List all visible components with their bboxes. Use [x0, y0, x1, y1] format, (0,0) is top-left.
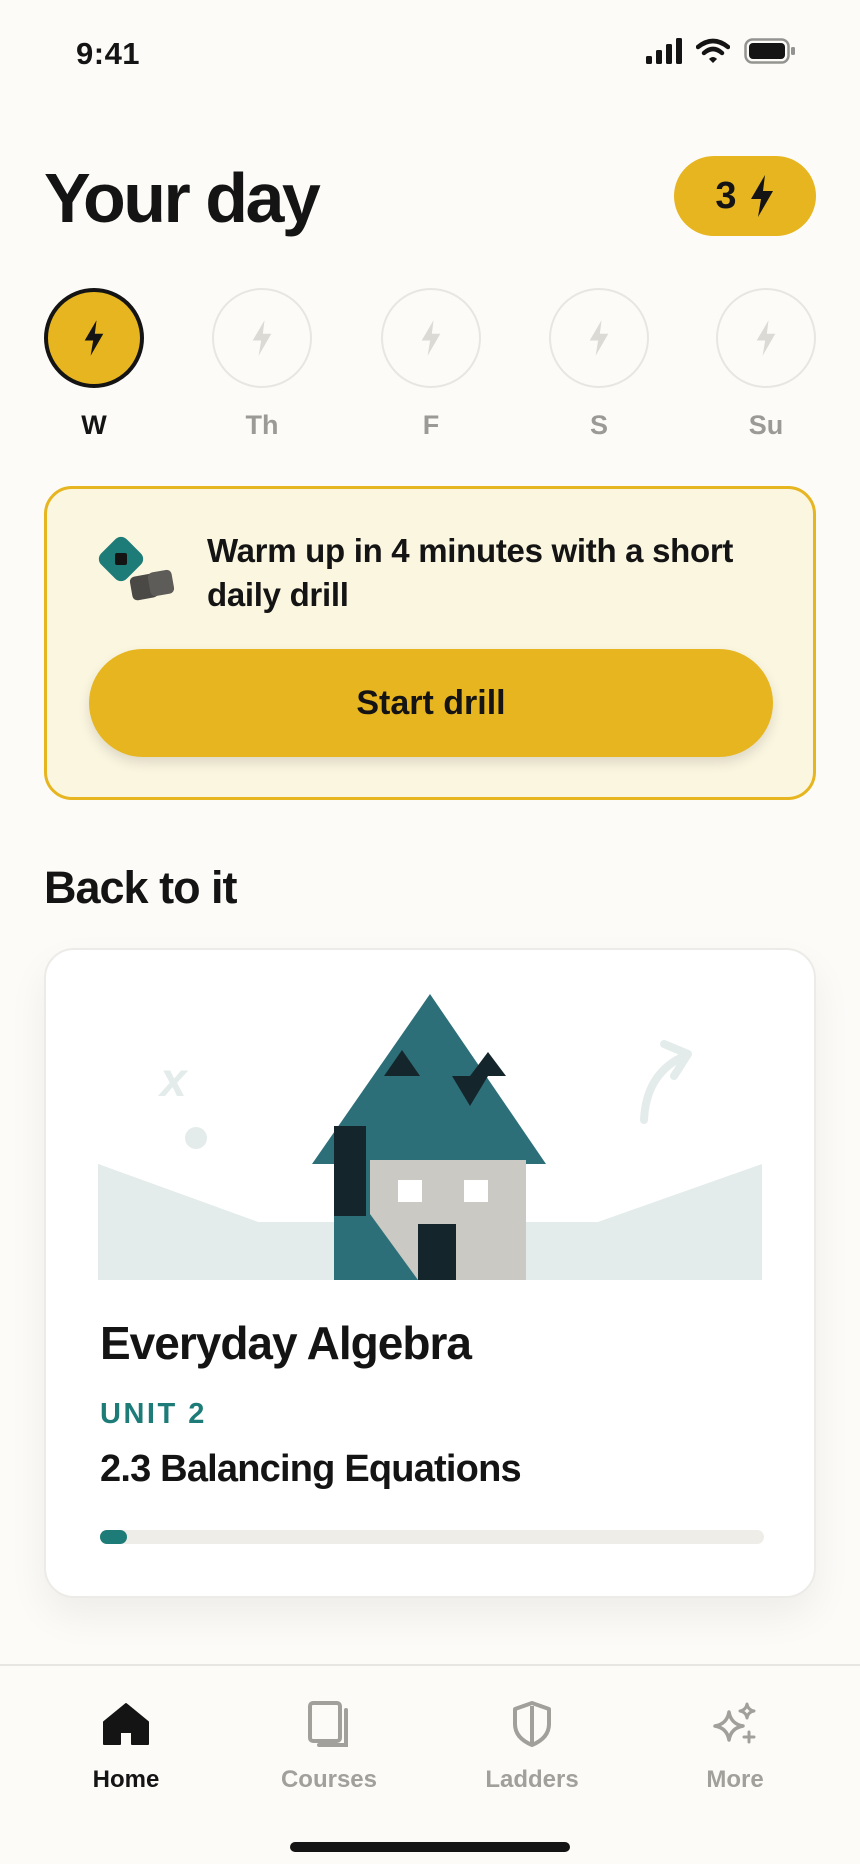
courses-icon [308, 1701, 348, 1747]
day-circle [44, 288, 144, 388]
day-saturday[interactable]: S [549, 288, 649, 441]
tab-courses[interactable]: Courses [249, 1696, 409, 1794]
lightning-bolt-icon [750, 175, 773, 217]
lesson-title: 2.3 Balancing Equations [100, 1448, 522, 1490]
tab-label: Ladders [485, 1766, 579, 1793]
tab-label: Home [92, 1766, 160, 1793]
tab-label: Courses [280, 1766, 378, 1793]
course-progress-fill [100, 1530, 127, 1544]
sparkles-icon [713, 1702, 756, 1744]
day-friday[interactable]: F [381, 288, 481, 441]
course-title: Everyday Algebra [100, 1317, 472, 1369]
streak-badge[interactable]: 3 [674, 156, 816, 236]
page-title: Your day [44, 159, 321, 237]
start-drill-button[interactable]: Start drill [89, 649, 773, 757]
week-streak-row: W Th F S Su [44, 288, 816, 441]
day-circle [381, 288, 481, 388]
course-card[interactable]: x Everyday Algebra UNIT 2 2.3 Balancing … [44, 948, 816, 1598]
drill-blocks-icon [98, 536, 175, 601]
day-circle [549, 288, 649, 388]
streak-count: 3 [715, 174, 737, 217]
day-sunday[interactable]: Su [716, 288, 816, 441]
day-label: W [81, 410, 107, 440]
lightning-bolt-icon [756, 320, 776, 356]
lightning-bolt-icon [589, 320, 609, 356]
drill-description: Warm up in 4 minutes with a short daily … [207, 532, 734, 613]
day-thursday[interactable]: Th [212, 288, 312, 441]
shield-icon [513, 1701, 551, 1747]
status-icons [646, 38, 796, 64]
unit-label: UNIT 2 [100, 1398, 207, 1430]
course-progress-bar [100, 1530, 764, 1544]
cellular-signal-icon [646, 38, 682, 64]
wifi-icon [696, 38, 730, 63]
home-icon [103, 1703, 149, 1745]
status-bar: 9:41 [0, 0, 860, 110]
lightning-bolt-icon [252, 320, 272, 356]
tab-home[interactable]: Home [46, 1696, 206, 1794]
day-label: S [589, 410, 608, 440]
art-letter-x: x [157, 1054, 189, 1107]
tab-label: More [706, 1766, 764, 1793]
day-circle [212, 288, 312, 388]
day-label: F [422, 410, 440, 440]
section-title-back-to-it: Back to it [44, 862, 238, 913]
day-circle [716, 288, 816, 388]
day-label: Th [245, 410, 279, 440]
battery-icon [744, 38, 795, 64]
lightning-bolt-icon [421, 320, 441, 356]
status-time: 9:41 [76, 36, 141, 71]
tab-more[interactable]: More [655, 1696, 815, 1794]
tab-ladders[interactable]: Ladders [452, 1696, 612, 1794]
lightning-bolt-icon [84, 320, 104, 356]
day-label: Su [748, 410, 784, 440]
home-indicator [290, 1842, 570, 1852]
daily-drill-card: Warm up in 4 minutes with a short daily … [44, 486, 816, 800]
tab-bar: Home Courses Ladders More [0, 1664, 860, 1864]
course-illustration: x [98, 994, 762, 1280]
day-wednesday[interactable]: W [44, 288, 144, 441]
